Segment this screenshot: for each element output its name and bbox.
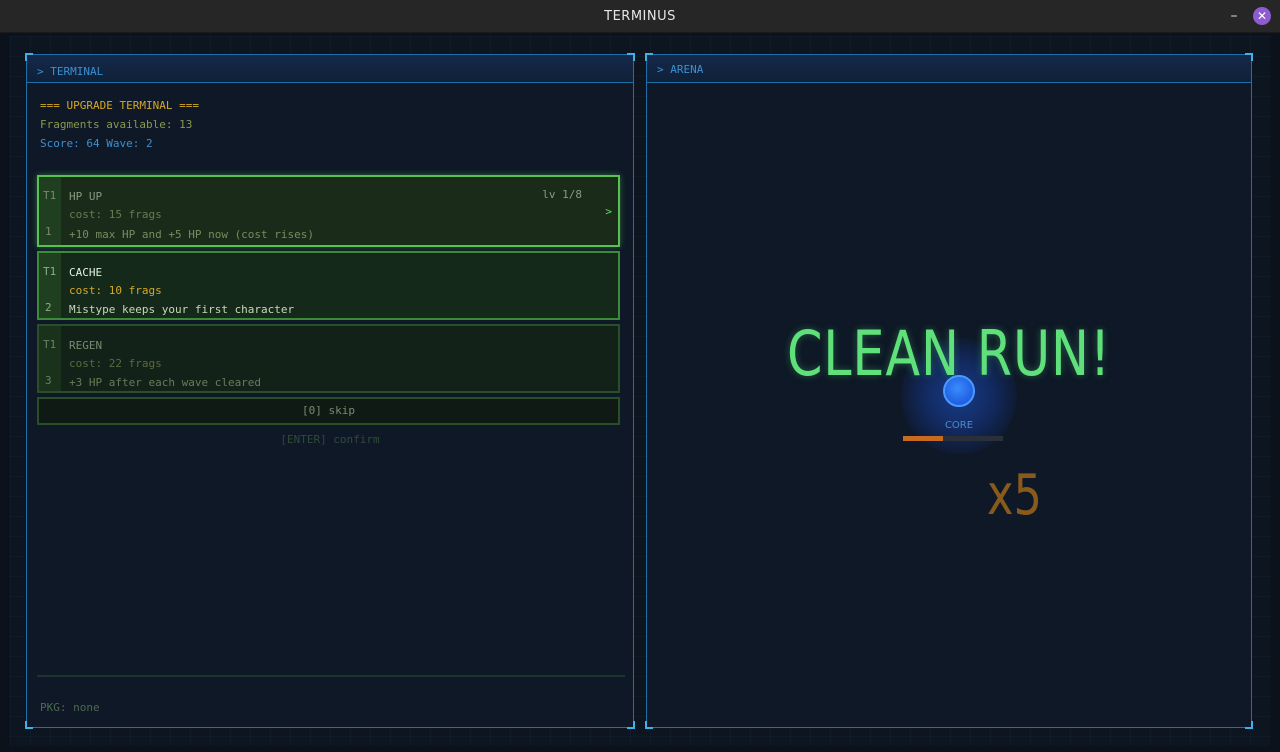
upgrade-tier: T1 bbox=[43, 338, 57, 351]
upgrade-cost: cost: 10 frags bbox=[69, 284, 162, 297]
window-titlebar: TERMINUS – ✕ bbox=[0, 0, 1280, 33]
upgrade-cost: cost: 22 frags bbox=[69, 357, 162, 370]
panel-corner bbox=[627, 721, 635, 729]
panel-corner bbox=[645, 721, 653, 729]
upgrade-description: Mistype keeps your first character bbox=[69, 303, 295, 316]
core-health-bar bbox=[903, 436, 1003, 441]
score-wave: Score: 64 Wave: 2 bbox=[40, 137, 153, 150]
clean-run-banner: CLEAN RUN! bbox=[786, 317, 1112, 390]
upgrade-card-regen[interactable]: T1 3 REGEN cost: 22 frags +3 HP after ea… bbox=[37, 324, 620, 393]
upgrade-key: 2 bbox=[45, 301, 52, 314]
panel-corner bbox=[25, 721, 33, 729]
skip-button[interactable]: [0] skip bbox=[37, 397, 620, 425]
terminal-panel: > TERMINAL === UPGRADE TERMINAL === Frag… bbox=[25, 53, 635, 729]
upgrade-description: +3 HP after each wave cleared bbox=[69, 376, 262, 389]
upgrade-terminal-heading: === UPGRADE TERMINAL === bbox=[40, 99, 199, 112]
arena-panel: > ARENA CORE CLEAN RUN! x5 bbox=[645, 53, 1253, 729]
minimize-button[interactable]: – bbox=[1226, 8, 1242, 24]
upgrade-cost: cost: 15 frags bbox=[69, 208, 162, 221]
upgrade-tier: T1 bbox=[43, 265, 57, 278]
upgrade-tier: T1 bbox=[43, 189, 57, 202]
upgrade-card-cache[interactable]: T1 2 CACHE cost: 10 frags Mistype keeps … bbox=[37, 251, 620, 320]
upgrade-key: 1 bbox=[45, 225, 52, 238]
game-area: > TERMINAL === UPGRADE TERMINAL === Frag… bbox=[10, 36, 1270, 746]
upgrade-name: REGEN bbox=[69, 339, 103, 352]
upgrade-name: CACHE bbox=[69, 266, 103, 279]
selection-arrow-icon: > bbox=[605, 205, 612, 218]
pkg-status: PKG: none bbox=[40, 701, 100, 714]
upgrade-card-hp-up[interactable]: T1 1 HP UP lv 1/8 cost: 15 frags +10 max… bbox=[37, 175, 620, 247]
core-label: CORE bbox=[944, 420, 974, 431]
upgrade-tier-column: T1 3 bbox=[39, 326, 61, 391]
combo-multiplier: x5 bbox=[987, 463, 1043, 528]
core-health-fill bbox=[903, 436, 943, 441]
arena-panel-header: > ARENA bbox=[647, 55, 1251, 83]
upgrade-description: +10 max HP and +5 HP now (cost rises) bbox=[69, 228, 315, 241]
upgrade-tier-column: T1 2 bbox=[39, 253, 61, 318]
close-button[interactable]: ✕ bbox=[1253, 7, 1271, 25]
fragments-available: Fragments available: 13 bbox=[40, 118, 193, 131]
upgrade-name: HP UP bbox=[69, 190, 103, 203]
confirm-hint: [ENTER] confirm bbox=[280, 433, 380, 446]
upgrade-tier-column: T1 1 bbox=[39, 177, 61, 245]
divider bbox=[37, 675, 625, 677]
upgrade-level: lv 1/8 bbox=[542, 188, 582, 201]
upgrade-key: 3 bbox=[45, 374, 52, 387]
terminal-panel-header: > TERMINAL bbox=[27, 55, 633, 83]
window-title: TERMINUS bbox=[604, 8, 676, 24]
panel-corner bbox=[1245, 721, 1253, 729]
